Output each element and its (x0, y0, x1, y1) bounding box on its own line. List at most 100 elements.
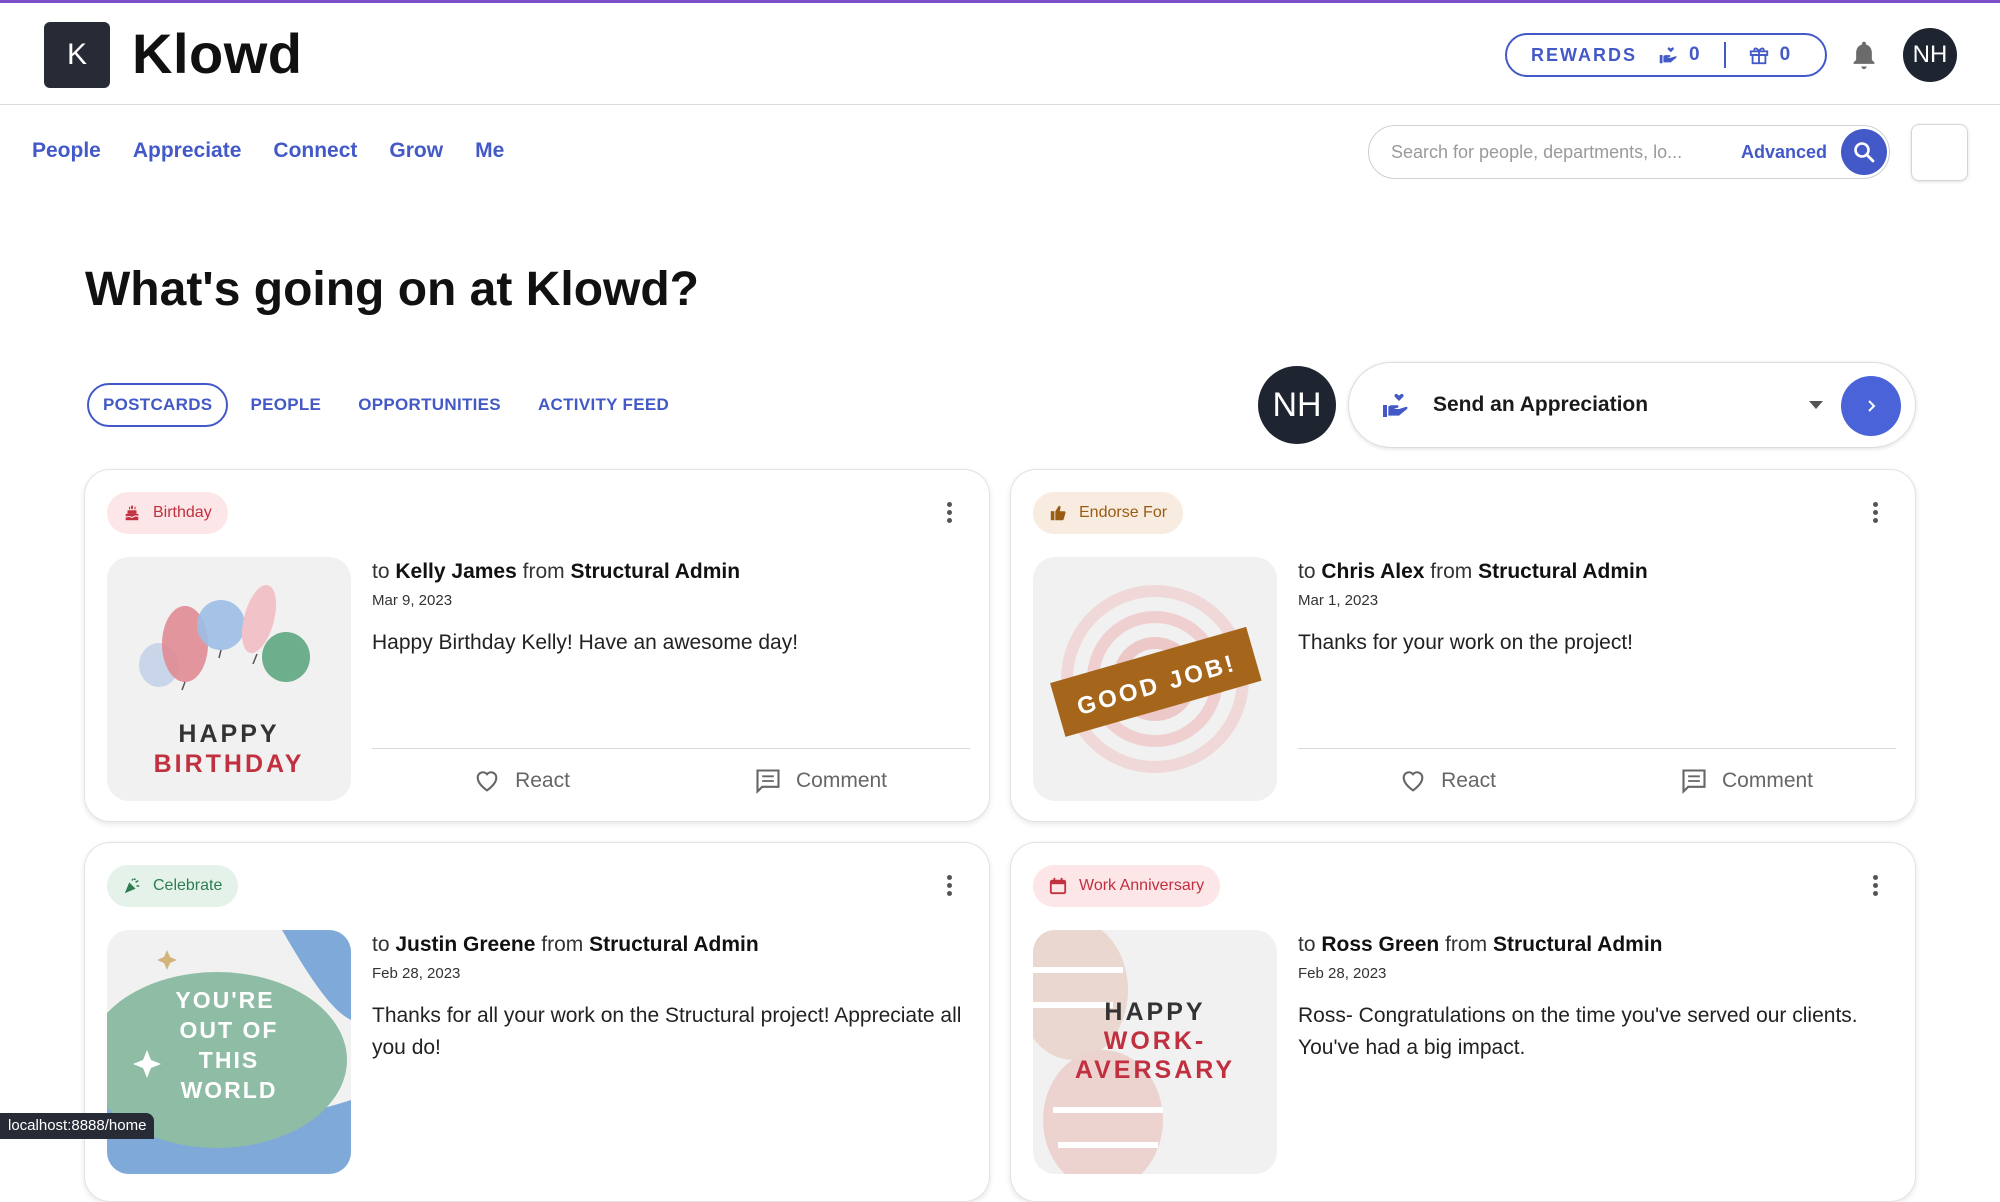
rewards-label: REWARDS (1531, 44, 1638, 65)
rewards-gifts: 0 (1779, 44, 1791, 65)
image-text-line-3: AVERSARY (1075, 1056, 1235, 1084)
status-url: localhost:8888/home (0, 1113, 155, 1139)
comment-button[interactable]: Comment (671, 749, 970, 808)
postcard-body: to Justin Greene from Structural Admin F… (372, 933, 972, 1064)
image-text-line-1: YOU'RE (175, 987, 274, 1013)
balloons-illustration: HAPPY BIRTHDAY (139, 584, 310, 778)
recipient-name[interactable]: Kelly James (395, 560, 516, 583)
postcard-actions: React Comment (372, 748, 970, 808)
cake-icon (125, 504, 139, 521)
comment-button[interactable]: Comment (1597, 749, 1896, 808)
postcard-body: to Chris Alex from Structural Admin Mar … (1298, 560, 1898, 659)
user-avatar[interactable]: NH (1903, 28, 1957, 82)
react-button[interactable]: React (1298, 749, 1597, 808)
recipient-name[interactable]: Chris Alex (1321, 560, 1424, 583)
postcard-recipient-line: to Ross Green from Structural Admin (1298, 933, 1663, 956)
postcard-recipient-line: to Kelly James from Structural Admin (372, 560, 741, 583)
image-text-line-1: HAPPY (178, 720, 279, 748)
search-icon (1854, 142, 1875, 163)
rewards-button[interactable]: REWARDS 0 0 (1505, 33, 1827, 77)
tag-chip: Birthday (107, 492, 228, 534)
postcard-body: to Kelly James from Structural Admin Mar… (372, 560, 972, 659)
app-header: K Klowd REWARDS 0 0 NH (0, 3, 2000, 105)
more-options-icon[interactable] (947, 875, 953, 897)
sender-name[interactable]: Structural Admin (1493, 933, 1663, 956)
sender-name[interactable]: Structural Admin (1478, 560, 1648, 583)
chevron-down-icon[interactable] (1809, 401, 1823, 409)
postcard: Work Anniversary HAPPY WORK- AVERSARY to… (1010, 842, 1916, 1202)
hand-heart-icon (1659, 47, 1677, 64)
gift-icon (1749, 47, 1768, 65)
page-title: What's going on at Klowd? (85, 263, 699, 316)
image-text-line-2: OUT OF (180, 1017, 279, 1043)
tag-chip: Work Anniversary (1033, 865, 1221, 907)
search-bar: Advanced (1368, 125, 1890, 179)
menu-button[interactable] (1911, 124, 1968, 181)
send-appreciation-label: Send an Appreciation (1433, 393, 1649, 416)
tab-postcards[interactable]: POSTCARDS (87, 383, 229, 427)
nav-appreciate[interactable]: Appreciate (133, 139, 242, 163)
good-job-illustration: GOOD JOB! (1050, 585, 1262, 773)
tag-label: Work Anniversary (1079, 877, 1205, 894)
postcard-message: Thanks for all your work on the Structur… (372, 1004, 962, 1059)
party-popper-icon (124, 878, 140, 894)
send-appreciation-select[interactable]: Send an Appreciation (1348, 362, 1916, 448)
postcard-body: to Ross Green from Structural Admin Feb … (1298, 933, 1898, 1064)
image-text-line-2: BIRTHDAY (154, 750, 305, 778)
postcard: Birthday HAPPY BIRTHDAY to Kelly James f… (84, 469, 990, 822)
chevron-right-icon (1868, 400, 1876, 412)
sender-name[interactable]: Structural Admin (589, 933, 759, 956)
more-options-icon[interactable] (1873, 502, 1879, 524)
recipient-name[interactable]: Justin Greene (395, 933, 535, 956)
rewards-divider (1723, 42, 1726, 68)
postcard-message: Ross- Congratulations on the time you've… (1298, 1004, 1858, 1059)
search-button[interactable] (1841, 129, 1887, 175)
rewards-points: 0 (1689, 44, 1700, 65)
tab-people[interactable]: PEOPLE (250, 395, 321, 415)
postcard-image: GOOD JOB! (1033, 557, 1277, 801)
postcard-recipient-line: to Chris Alex from Structural Admin (1298, 560, 1648, 583)
tab-opportunities[interactable]: OPPORTUNITIES (358, 395, 501, 415)
heart-icon (1402, 770, 1424, 792)
tag-chip: Celebrate (107, 865, 239, 907)
feed-tabs: POSTCARDS PEOPLE OPPORTUNITIES ACTIVITY … (87, 383, 706, 427)
image-text-line-2: WORK- (1104, 1027, 1206, 1055)
calendar-icon (1049, 877, 1067, 895)
postcard-image: HAPPY BIRTHDAY (107, 557, 351, 801)
bell-icon[interactable] (1848, 39, 1880, 73)
search-input[interactable] (1391, 141, 1731, 163)
image-text-line-3: THIS (199, 1047, 259, 1073)
postcard-actions: React Comment (1298, 748, 1896, 808)
work-anniversary-illustration: HAPPY WORK- AVERSARY (1033, 930, 1235, 1174)
nav-grow[interactable]: Grow (389, 139, 443, 163)
more-options-icon[interactable] (947, 502, 953, 524)
thumbs-up-icon (1050, 505, 1066, 521)
logo-icon[interactable]: K (44, 22, 110, 88)
main-nav: People Appreciate Connect Grow Me (32, 139, 504, 163)
nav-people[interactable]: People (32, 139, 101, 163)
postcard-date: Mar 9, 2023 (372, 592, 453, 609)
postcard-recipient-line: to Justin Greene from Structural Admin (372, 933, 759, 956)
postcard-date: Feb 28, 2023 (1298, 965, 1387, 982)
nav-me[interactable]: Me (475, 139, 504, 163)
app-name[interactable]: Klowd (132, 21, 302, 86)
image-text-line-1: HAPPY (1104, 998, 1205, 1026)
react-button[interactable]: React (372, 749, 671, 808)
nav-connect[interactable]: Connect (273, 139, 357, 163)
postcard-message: Happy Birthday Kelly! Have an awesome da… (372, 631, 799, 654)
postcard: Endorse For GOOD JOB! to Chris Alex from… (1010, 469, 1916, 822)
sender-name[interactable]: Structural Admin (570, 560, 740, 583)
heart-icon (476, 770, 498, 792)
tag-chip: Endorse For (1033, 492, 1184, 534)
hand-heart-icon (1383, 393, 1408, 417)
sender-avatar: NH (1258, 366, 1336, 444)
tab-activity-feed[interactable]: ACTIVITY FEED (538, 395, 669, 415)
tag-label: Celebrate (153, 877, 223, 894)
send-appreciation-button[interactable] (1841, 376, 1901, 436)
postcard-image: HAPPY WORK- AVERSARY (1033, 930, 1277, 1174)
more-options-icon[interactable] (1873, 875, 1879, 897)
advanced-search-link[interactable]: Advanced (1741, 142, 1827, 163)
postcard-date: Mar 1, 2023 (1298, 592, 1379, 609)
tag-label: Birthday (153, 504, 212, 521)
recipient-name[interactable]: Ross Green (1321, 933, 1439, 956)
